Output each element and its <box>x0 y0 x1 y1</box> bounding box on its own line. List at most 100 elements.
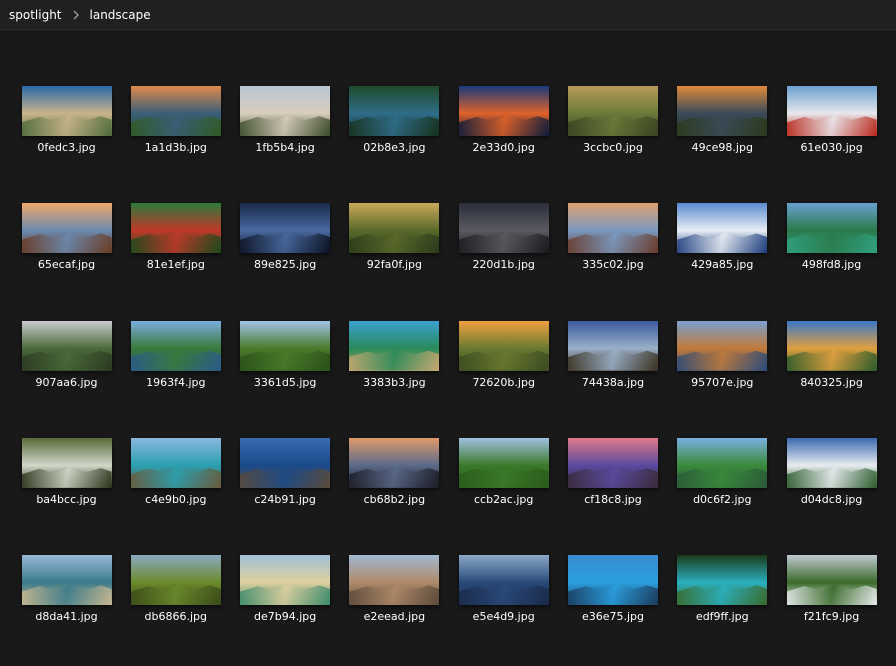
file-item[interactable]: 81e1ef.jpg <box>121 197 230 314</box>
file-item[interactable]: 2e33d0.jpg <box>449 80 558 197</box>
file-item[interactable]: 335c02.jpg <box>558 197 667 314</box>
file-item[interactable]: c24b91.jpg <box>231 432 340 549</box>
file-name: 49ce98.jpg <box>691 141 753 154</box>
thumbnail-image <box>458 555 549 606</box>
file-item[interactable]: 1fb5b4.jpg <box>231 80 340 197</box>
thumbnail-image <box>21 437 112 488</box>
file-item[interactable]: e36e75.jpg <box>558 549 667 666</box>
file-name: 74438a.jpg <box>581 375 645 389</box>
thumbnail-image <box>786 437 877 488</box>
thumbnail-image <box>677 320 768 371</box>
file-item[interactable]: ba4bcc.jpg <box>12 432 121 549</box>
file-item[interactable]: 3361d5.jpg <box>231 315 340 432</box>
file-name: edf9ff.jpg <box>695 610 749 624</box>
file-item[interactable]: 89e825.jpg <box>231 197 340 314</box>
file-item[interactable]: ccb2ac.jpg <box>449 432 558 549</box>
file-name: 95707e.jpg <box>691 375 754 389</box>
file-view[interactable]: 0fedc3.jpg 1a1d3b.jpg 1fb5b4.jpg 02b8e3.jpg… <box>0 31 896 655</box>
file-item[interactable]: e5e4d9.jpg <box>449 549 558 666</box>
thumbnail-image <box>349 555 440 606</box>
thumbnail-image <box>786 320 877 371</box>
file-item[interactable]: cb68b2.jpg <box>340 432 449 549</box>
thumbnail-image <box>130 203 221 254</box>
file-name: cb68b2.jpg <box>363 492 426 506</box>
file-name: e2eead.jpg <box>363 610 426 624</box>
file-name: db6866.jpg <box>144 610 208 624</box>
file-item[interactable]: 49ce98.jpg <box>668 80 777 197</box>
file-item[interactable]: db6866.jpg <box>121 549 230 666</box>
file-name: f21fc9.jpg <box>803 610 860 624</box>
file-item[interactable]: cf18c8.jpg <box>558 432 667 549</box>
file-item[interactable]: 220d1b.jpg <box>449 197 558 314</box>
file-item[interactable]: 3ccbc0.jpg <box>558 80 667 197</box>
breadcrumb-item-spotlight[interactable]: spotlight <box>9 8 62 22</box>
file-name: 3361d5.jpg <box>253 375 317 389</box>
file-item[interactable]: e2eead.jpg <box>340 549 449 666</box>
file-item[interactable]: 1a1d3b.jpg <box>121 80 230 197</box>
file-item[interactable]: d8da41.jpg <box>12 549 121 666</box>
file-name: d04dc8.jpg <box>800 492 863 506</box>
file-name: d0c6f2.jpg <box>693 492 752 506</box>
file-item[interactable]: 02b8e3.jpg <box>340 80 449 197</box>
thumbnail-image <box>21 86 112 136</box>
thumbnail-image <box>677 86 768 136</box>
thumbnail-image <box>349 86 440 136</box>
file-name: ccb2ac.jpg <box>473 492 534 506</box>
file-name: 0fedc3.jpg <box>37 141 96 154</box>
file-name: 65ecaf.jpg <box>37 258 96 272</box>
file-name: 1a1d3b.jpg <box>144 141 207 154</box>
file-name: 1963f4.jpg <box>146 375 206 389</box>
file-name: c24b91.jpg <box>254 492 316 506</box>
thumbnail-image <box>130 86 221 136</box>
file-name: 72620b.jpg <box>472 375 535 389</box>
thumbnail-image <box>786 86 877 136</box>
file-name: 1fb5b4.jpg <box>255 141 315 154</box>
file-grid: 0fedc3.jpg 1a1d3b.jpg 1fb5b4.jpg 02b8e3.jpg… <box>12 80 886 666</box>
breadcrumb-item-landscape[interactable]: landscape <box>90 8 151 22</box>
breadcrumb: spotlight landscape <box>9 0 151 30</box>
file-item[interactable]: d04dc8.jpg <box>777 432 886 549</box>
file-name: ba4bcc.jpg <box>36 492 97 506</box>
file-name: 89e825.jpg <box>253 258 317 272</box>
thumbnail-image <box>240 555 331 606</box>
file-item[interactable]: 840325.jpg <box>777 315 886 432</box>
file-item[interactable]: 1963f4.jpg <box>121 315 230 432</box>
file-item[interactable]: 92fa0f.jpg <box>340 197 449 314</box>
file-item[interactable]: 0fedc3.jpg <box>12 80 121 197</box>
thumbnail-image <box>21 320 112 371</box>
file-item[interactable]: 498fd8.jpg <box>777 197 886 314</box>
file-item[interactable]: de7b94.jpg <box>231 549 340 666</box>
file-item[interactable]: f21fc9.jpg <box>777 549 886 666</box>
file-item[interactable]: edf9ff.jpg <box>668 549 777 666</box>
file-item[interactable]: 95707e.jpg <box>668 315 777 432</box>
file-item[interactable]: 907aa6.jpg <box>12 315 121 432</box>
thumbnail-image <box>567 320 658 371</box>
thumbnail-image <box>240 437 331 488</box>
file-item[interactable]: 72620b.jpg <box>449 315 558 432</box>
thumbnail-image <box>240 86 331 136</box>
thumbnail-image <box>786 203 877 254</box>
file-name: cf18c8.jpg <box>584 492 642 506</box>
file-name: 3383b3.jpg <box>363 375 426 389</box>
file-name: de7b94.jpg <box>253 610 317 624</box>
thumbnail-image <box>677 203 768 254</box>
file-name: 907aa6.jpg <box>35 375 98 389</box>
file-name: 498fd8.jpg <box>801 258 862 272</box>
file-item[interactable]: 74438a.jpg <box>558 315 667 432</box>
file-item[interactable]: 65ecaf.jpg <box>12 197 121 314</box>
file-name: 92fa0f.jpg <box>366 258 422 272</box>
file-item[interactable]: 3383b3.jpg <box>340 315 449 432</box>
file-name: 81e1ef.jpg <box>146 258 205 272</box>
thumbnail-image <box>21 555 112 606</box>
file-item[interactable]: 429a85.jpg <box>668 197 777 314</box>
file-item[interactable]: d0c6f2.jpg <box>668 432 777 549</box>
thumbnail-image <box>240 203 331 254</box>
file-item[interactable]: c4e9b0.jpg <box>121 432 230 549</box>
thumbnail-image <box>786 555 877 606</box>
thumbnail-image <box>21 203 112 254</box>
thumbnail-image <box>677 555 768 606</box>
file-name: c4e9b0.jpg <box>145 492 207 506</box>
file-item[interactable]: 61e030.jpg <box>777 80 886 197</box>
thumbnail-image <box>458 86 549 136</box>
thumbnail-image <box>349 203 440 254</box>
